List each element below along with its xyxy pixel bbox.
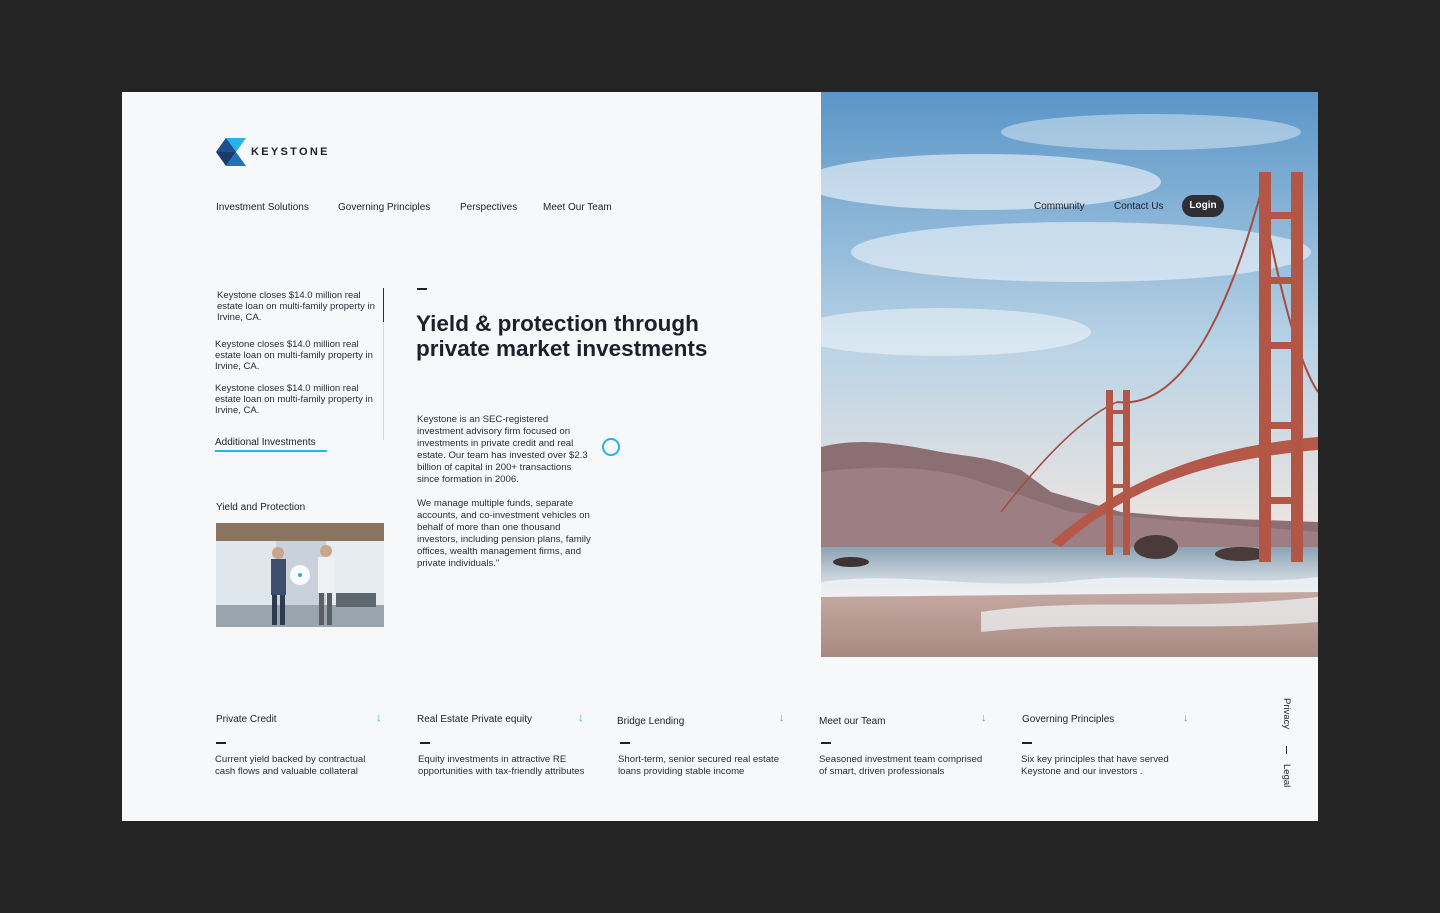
- login-button[interactable]: Login: [1182, 195, 1224, 217]
- nav-community[interactable]: Community: [1034, 201, 1085, 212]
- arrow-down-icon[interactable]: ↓: [376, 712, 382, 724]
- news-item[interactable]: Keystone closes $14.0 million real estat…: [217, 290, 377, 323]
- nav-perspectives[interactable]: Perspectives: [460, 202, 517, 213]
- feature-desc: Six key principles that have served Keys…: [1021, 754, 1169, 777]
- video-thumbnail[interactable]: [216, 523, 384, 627]
- video-title: Yield and Protection: [216, 502, 306, 513]
- feature-title-governing-principles[interactable]: Governing Principles: [1022, 714, 1114, 725]
- page-frame: KEYSTONE Investment Solutions Governing …: [122, 92, 1318, 821]
- privacy-link[interactable]: Privacy: [1281, 698, 1292, 729]
- feature-title-real-estate[interactable]: Real Estate Private equity: [417, 714, 532, 725]
- hero-paragraph-1: Keystone is an SEC-registered investment…: [417, 414, 588, 485]
- nav-investment-solutions[interactable]: Investment Solutions: [216, 202, 309, 213]
- keystone-logo[interactable]: KEYSTONE: [216, 136, 330, 168]
- news-active-indicator: [383, 288, 384, 322]
- news-item[interactable]: Keystone closes $14.0 million real estat…: [215, 339, 375, 372]
- feature-dash: [821, 742, 831, 744]
- feature-dash: [420, 742, 430, 744]
- hero-image-golden-gate: [821, 92, 1318, 657]
- headline-dash: [417, 288, 427, 290]
- arrow-down-icon[interactable]: ↓: [1183, 712, 1189, 724]
- nav-contact-us[interactable]: Contact Us: [1114, 201, 1163, 212]
- feature-title-bridge-lending[interactable]: Bridge Lending: [617, 716, 684, 727]
- feature-title-meet-our-team[interactable]: Meet our Team: [819, 716, 886, 727]
- feature-desc: Current yield backed by contractual cash…: [215, 754, 366, 777]
- hero-headline: Yield & protection through private marke…: [416, 311, 708, 361]
- feature-desc: Equity investments in attractive RE oppo…: [418, 754, 585, 777]
- arrow-down-icon[interactable]: ↓: [981, 712, 987, 724]
- hero-paragraph-2: We manage multiple funds, separate accou…: [417, 498, 591, 569]
- arrow-down-icon[interactable]: ↓: [779, 712, 785, 724]
- feature-desc: Short-term, senior secured real estate l…: [618, 754, 780, 777]
- feature-dash: [620, 742, 630, 744]
- nav-meet-our-team[interactable]: Meet Our Team: [543, 202, 612, 213]
- feature-dash: [1022, 742, 1032, 744]
- feature-title-private-credit[interactable]: Private Credit: [216, 714, 277, 725]
- feature-desc: Seasoned investment team comprised of sm…: [819, 754, 983, 777]
- arrow-down-icon[interactable]: ↓: [578, 712, 584, 724]
- scroll-ring-indicator[interactable]: [602, 438, 620, 456]
- keystone-logo-icon: [216, 138, 246, 166]
- legal-link[interactable]: Legal: [1281, 764, 1292, 787]
- feature-dash: [216, 742, 226, 744]
- link-underline: [215, 450, 327, 452]
- logo-wordmark: KEYSTONE: [251, 146, 330, 158]
- footer-separator: [1286, 746, 1287, 754]
- nav-governing-principles[interactable]: Governing Principles: [338, 202, 430, 213]
- news-item[interactable]: Keystone closes $14.0 million real estat…: [215, 383, 375, 416]
- additional-investments-link[interactable]: Additional Investments: [215, 437, 316, 448]
- news-divider: [383, 322, 384, 440]
